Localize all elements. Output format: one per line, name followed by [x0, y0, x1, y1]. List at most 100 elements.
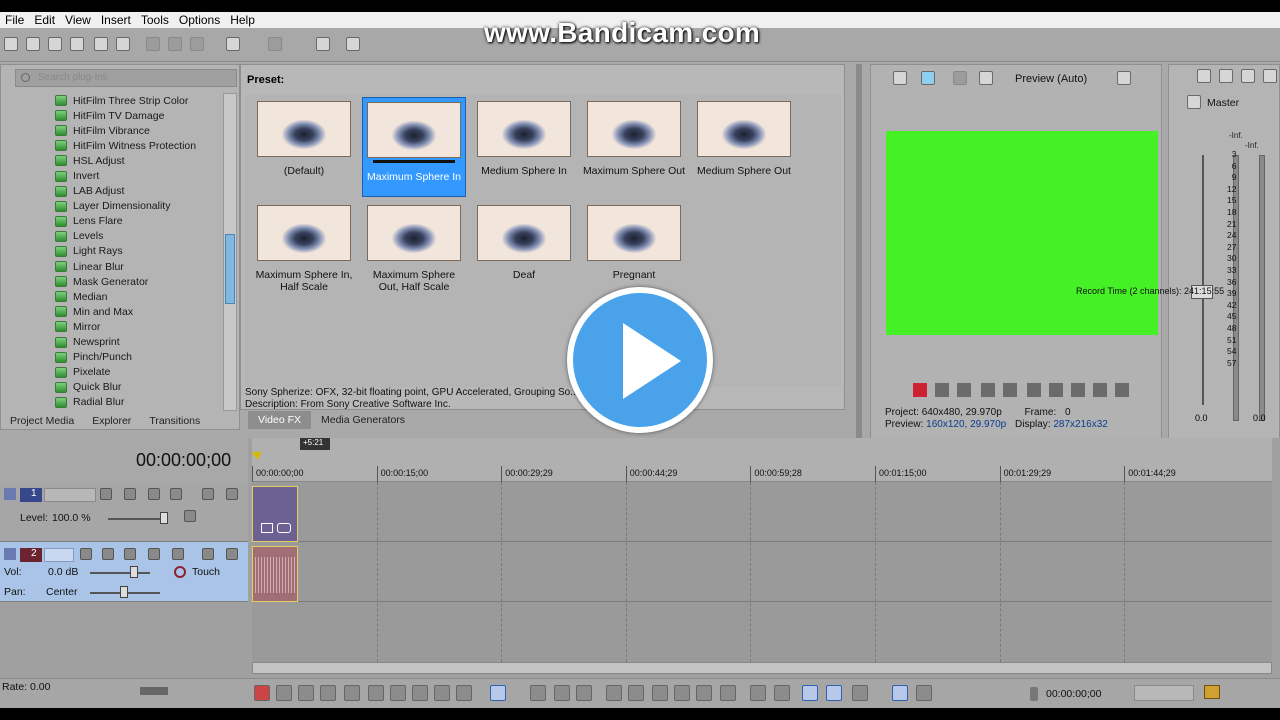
play-icon[interactable]: [320, 685, 336, 701]
delete-icon[interactable]: [606, 685, 622, 701]
vol-slider[interactable]: [130, 566, 138, 578]
external-monitor-icon[interactable]: [921, 71, 935, 85]
video-play-button[interactable]: [567, 287, 713, 433]
save-icon[interactable]: [48, 37, 62, 51]
go-to-start-icon[interactable]: [1049, 383, 1063, 397]
plugin-item[interactable]: LAB Adjust: [11, 184, 221, 199]
menu-file[interactable]: File: [0, 13, 29, 27]
plugin-item[interactable]: Lens Flare: [11, 214, 221, 229]
menu-tools[interactable]: Tools: [136, 13, 174, 27]
mixer-icon[interactable]: [1197, 69, 1211, 83]
tab-video-fx[interactable]: Video FX: [248, 411, 311, 429]
stop-icon[interactable]: [368, 685, 384, 701]
panel-splitter[interactable]: [856, 64, 862, 440]
menu-options[interactable]: Options: [174, 13, 225, 27]
normal-edit-tool-icon[interactable]: [490, 685, 506, 701]
preset-item[interactable]: Medium Sphere In: [472, 97, 576, 197]
clip-fx-icon[interactable]: [277, 523, 291, 533]
compositing-icon[interactable]: [100, 488, 112, 500]
video-track-header[interactable]: 1 Level: 100.0 %: [0, 482, 248, 542]
menu-edit[interactable]: Edit: [29, 13, 60, 27]
menu-view[interactable]: View: [60, 13, 96, 27]
save-as-icon[interactable]: [70, 37, 84, 51]
plugin-item[interactable]: Quick Blur: [11, 380, 221, 395]
downmix-icon[interactable]: [1219, 69, 1233, 83]
plugin-item[interactable]: Newsprint: [11, 335, 221, 350]
split-screen-icon[interactable]: [979, 71, 993, 85]
selection-edit-icon[interactable]: [554, 685, 570, 701]
edit-tool-icon[interactable]: [316, 37, 330, 51]
pan-slider[interactable]: [120, 586, 128, 598]
zoom-tool-icon[interactable]: [576, 685, 592, 701]
preset-item[interactable]: (Default): [252, 97, 356, 197]
new-project-icon[interactable]: [4, 37, 18, 51]
preset-item[interactable]: Medium Sphere Out: [692, 97, 796, 197]
plugin-item[interactable]: Radial Blur: [11, 395, 221, 410]
open-icon[interactable]: [26, 37, 40, 51]
level-slider[interactable]: [160, 512, 168, 524]
copy-icon[interactable]: [168, 37, 182, 51]
plugin-item[interactable]: Levels: [11, 229, 221, 244]
envelope-edit-icon[interactable]: [530, 685, 546, 701]
loop-icon[interactable]: [276, 685, 292, 701]
region-icon[interactable]: [774, 685, 790, 701]
auto-crossfade-icon[interactable]: [826, 685, 842, 701]
pause-icon[interactable]: [344, 685, 360, 701]
plugin-item[interactable]: HitFilm Three Strip Color: [11, 93, 221, 108]
solo-icon[interactable]: [226, 488, 238, 500]
video-clip[interactable]: [252, 486, 298, 542]
cut-icon[interactable]: [146, 37, 160, 51]
lock-envelopes-icon[interactable]: [892, 685, 908, 701]
mute-icon[interactable]: [202, 548, 214, 560]
solo-icon[interactable]: [1263, 69, 1277, 83]
collapse-icon[interactable]: [4, 548, 16, 560]
go-to-end-icon[interactable]: [1071, 383, 1085, 397]
plugin-item[interactable]: Median: [11, 289, 221, 304]
invert-phase-icon[interactable]: [124, 548, 136, 560]
plugin-item[interactable]: Pixelate: [11, 365, 221, 380]
play-from-start-icon[interactable]: [298, 685, 314, 701]
plugin-item[interactable]: Pinch/Punch: [11, 350, 221, 365]
track-name-field[interactable]: [44, 548, 74, 562]
stop-icon[interactable]: [1027, 383, 1041, 397]
snapping-icon[interactable]: [802, 685, 818, 701]
rate-slider[interactable]: [140, 687, 168, 695]
automation-icon[interactable]: [172, 548, 184, 560]
track-area[interactable]: [252, 482, 1272, 662]
plugin-item[interactable]: HitFilm TV Damage: [11, 108, 221, 123]
plugin-item[interactable]: Min and Max: [11, 304, 221, 319]
lock-icon[interactable]: [720, 685, 736, 701]
fx-icon[interactable]: [953, 71, 967, 85]
previous-frame-icon[interactable]: [1093, 383, 1107, 397]
solo-icon[interactable]: [226, 548, 238, 560]
split-icon[interactable]: [696, 685, 712, 701]
input-monitor-icon[interactable]: [102, 548, 114, 560]
trim-start-icon[interactable]: [652, 685, 668, 701]
track-name-field[interactable]: [44, 488, 96, 502]
bypass-icon[interactable]: [184, 510, 196, 522]
mute-icon[interactable]: [202, 488, 214, 500]
dim-icon[interactable]: [1241, 69, 1255, 83]
plugin-item[interactable]: HSL Adjust: [11, 153, 221, 168]
render-region-icon[interactable]: [1204, 685, 1220, 699]
pan-crop-icon[interactable]: [261, 523, 273, 533]
plugin-item[interactable]: HitFilm Vibrance: [11, 123, 221, 138]
preset-item[interactable]: Deaf: [472, 201, 576, 301]
plugin-search-input[interactable]: Search plug-ins: [15, 69, 237, 87]
overlays-icon[interactable]: [1117, 71, 1131, 85]
play-icon[interactable]: [981, 383, 995, 397]
go-to-start-icon[interactable]: [390, 685, 406, 701]
preview-settings-icon[interactable]: [893, 71, 907, 85]
preview-quality-dropdown[interactable]: Preview (Auto): [1015, 73, 1087, 85]
automation-mode[interactable]: Touch: [192, 566, 220, 578]
tab-media-generators[interactable]: Media Generators: [311, 411, 415, 429]
paste-icon[interactable]: [190, 37, 204, 51]
ripple-edit-icon[interactable]: [852, 685, 868, 701]
collapse-icon[interactable]: [4, 488, 16, 500]
audio-clip[interactable]: [252, 546, 298, 602]
parent-track-icon[interactable]: [124, 488, 136, 500]
preset-item[interactable]: Pregnant: [582, 201, 686, 301]
preset-item[interactable]: Maximum Sphere In, Half Scale: [252, 201, 356, 301]
preset-item[interactable]: Maximum Sphere In: [362, 97, 466, 197]
plugin-item[interactable]: Linear Blur: [11, 259, 221, 274]
